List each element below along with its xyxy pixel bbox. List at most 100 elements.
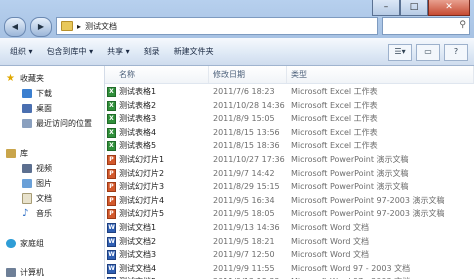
- file-type: Microsoft Excel 工作表: [291, 141, 378, 151]
- back-button[interactable]: ◀: [4, 17, 26, 37]
- file-date: 2011/9/5 18:21: [213, 236, 275, 246]
- sidebar-item-desktop[interactable]: 桌面: [22, 103, 52, 114]
- recent-places-icon: [22, 119, 32, 128]
- minimize-button[interactable]: –: [372, 0, 400, 16]
- excel-file-icon: X: [107, 100, 116, 111]
- column-header-name[interactable]: 名称: [115, 66, 209, 83]
- sidebar-item-videos[interactable]: 视频: [22, 163, 52, 174]
- file-row[interactable]: W测试文档52011/9/13 18:22Microsoft Word 97 -…: [105, 275, 474, 279]
- file-type: Microsoft PowerPoint 演示文稿: [291, 168, 409, 178]
- address-bar[interactable]: ▸ 测试文档: [56, 17, 378, 35]
- file-row[interactable]: W 测试文档4 2011/9/9 11:55 Microsoft Word 97 - …: [105, 262, 474, 275]
- folder-icon: [61, 21, 73, 31]
- computer-icon: [6, 268, 16, 277]
- file-name: 测试幻灯片3: [119, 182, 165, 192]
- sidebar-item-label: 下载: [36, 89, 52, 98]
- file-row[interactable]: P 测试幻灯片5 2011/9/5 18:05 Microsoft PowerPoin…: [105, 207, 474, 220]
- file-date: 2011/9/13 14:36: [213, 223, 280, 232]
- file-type: Microsoft PowerPoint 演示文稿: [291, 155, 409, 164]
- sidebar-item-label: 桌面: [36, 104, 52, 113]
- sidebar-item-label: 计算机: [20, 268, 44, 277]
- excel-file-icon: X: [107, 141, 116, 152]
- title-bar: – □ ✕ ◀ ▶ ▸ 测试文档 ⚲: [0, 0, 474, 38]
- close-button[interactable]: ✕: [428, 0, 470, 16]
- file-name: 测试表格2: [119, 100, 157, 110]
- file-row[interactable]: W 测试文档2 2011/9/5 18:21 Microsoft Word 文档: [105, 235, 474, 248]
- sidebar-item-label: 文档: [36, 194, 52, 203]
- file-name: 测试幻灯片5: [119, 209, 165, 219]
- file-name: 测试文档1: [119, 223, 157, 232]
- file-row[interactable]: P 测试幻灯片1 2011/10/27 17:36 Microsoft PowerPo…: [105, 153, 474, 166]
- file-date: 2011/8/9 15:05: [213, 114, 275, 124]
- file-date: 2011/9/5 18:05: [213, 209, 275, 219]
- help-icon[interactable]: ?: [444, 44, 468, 61]
- search-input[interactable]: ⚲: [382, 17, 470, 35]
- file-row[interactable]: P 测试幻灯片4 2011/9/5 16:34 Microsoft PowerPoin…: [105, 194, 474, 207]
- file-type: Microsoft PowerPoint 97-2003 演示文稿: [291, 195, 445, 205]
- file-row[interactable]: X 测试表格5 2011/8/15 18:36 Microsoft Excel 工作表: [105, 139, 474, 152]
- sidebar-item-downloads[interactable]: 下载: [22, 88, 52, 99]
- file-row[interactable]: X 测试表格1 2011/7/6 18:23 Microsoft Excel 工作表: [105, 85, 474, 98]
- include-in-library-button[interactable]: 包含到库中 ▾: [47, 46, 94, 57]
- sidebar-item-pictures[interactable]: 图片: [22, 178, 52, 189]
- music-icon: ♪: [22, 208, 29, 219]
- share-button[interactable]: 共享 ▾: [107, 46, 130, 57]
- file-date: 2011/10/27 17:36: [213, 155, 285, 164]
- view-controls: ☰▾ ▭ ?: [388, 44, 468, 61]
- file-date: 2011/9/9 11:55: [213, 263, 275, 273]
- homegroup-icon: [6, 239, 16, 248]
- ppt-file-icon: P: [107, 155, 116, 165]
- picture-icon: [22, 179, 32, 188]
- sidebar-item-label: 视频: [36, 164, 52, 173]
- file-name: 测试文档5: [119, 275, 156, 279]
- download-icon: [22, 89, 32, 98]
- sidebar-item-computer[interactable]: 计算机: [6, 267, 44, 278]
- file-row[interactable]: X 测试表格4 2011/8/15 13:56 Microsoft Excel 工作表: [105, 126, 474, 139]
- file-type: Microsoft Word 文档: [291, 223, 370, 232]
- sidebar-item-recent[interactable]: 最近访问的位置: [22, 118, 92, 129]
- file-row[interactable]: W 测试文档3 2011/9/7 12:50 Microsoft Word 文档: [105, 248, 474, 261]
- file-row[interactable]: P 测试幻灯片2 2011/9/7 14:42 Microsoft PowerPoin…: [105, 167, 474, 180]
- file-type: Microsoft Excel 工作表: [291, 127, 378, 137]
- preview-pane-icon[interactable]: ▭: [416, 44, 440, 61]
- file-name: 测试表格4: [119, 127, 157, 137]
- organize-button[interactable]: 组织 ▾: [10, 46, 33, 57]
- sidebar-item-music[interactable]: ♪ 音乐: [22, 208, 52, 219]
- file-name: 测试幻灯片4: [119, 195, 165, 205]
- address-row: ◀ ▶ ▸ 测试文档 ⚲: [4, 17, 470, 37]
- sidebar-item-label: 库: [20, 149, 28, 158]
- sidebar-item-label: 音乐: [36, 209, 52, 218]
- file-row[interactable]: P 测试幻灯片3 2011/8/29 15:15 Microsoft PowerPoi…: [105, 180, 474, 193]
- chevron-right-icon: ▸: [77, 21, 82, 31]
- file-row[interactable]: W 测试文档1 2011/9/13 14:36 Microsoft Word 文档: [105, 221, 474, 234]
- star-icon: ★: [6, 73, 15, 84]
- sidebar-item-libraries[interactable]: 库: [6, 148, 28, 159]
- column-header-date[interactable]: 修改日期: [209, 66, 287, 83]
- column-header-type[interactable]: 类型: [287, 66, 474, 83]
- file-type: Microsoft Word 97 - 2003 文档: [291, 263, 411, 273]
- file-date: 2011/9/7 12:50: [213, 250, 275, 260]
- sidebar-item-favorites[interactable]: ★ 收藏夹: [6, 73, 44, 84]
- file-name: 测试幻灯片2: [119, 168, 165, 178]
- sidebar-item-documents[interactable]: 文档: [22, 193, 52, 204]
- word-file-icon: W: [107, 250, 116, 261]
- sidebar-item-label: 收藏夹: [20, 74, 44, 83]
- burn-button[interactable]: 刻录: [144, 46, 160, 57]
- sidebar-item-homegroup[interactable]: 家庭组: [6, 238, 44, 249]
- search-icon: ⚲: [459, 20, 466, 30]
- new-folder-button[interactable]: 新建文件夹: [174, 46, 214, 57]
- file-row[interactable]: X 测试表格3 2011/8/9 15:05 Microsoft Excel 工作表: [105, 112, 474, 125]
- command-bar: 组织 ▾ 包含到库中 ▾ 共享 ▾ 刻录 新建文件夹 ☰▾ ▭ ?: [0, 38, 474, 66]
- file-name: 测试文档3: [119, 250, 157, 260]
- library-icon: [6, 149, 16, 158]
- file-type: Microsoft PowerPoint 97-2003 演示文稿: [291, 209, 445, 219]
- maximize-button[interactable]: □: [400, 0, 428, 16]
- address-path: 测试文档: [85, 21, 118, 31]
- view-options-icon[interactable]: ☰▾: [388, 44, 412, 61]
- video-icon: [22, 164, 32, 173]
- file-date: 2011/8/15 13:56: [213, 127, 280, 137]
- file-name: 测试文档2: [119, 236, 157, 246]
- sidebar-item-label: 图片: [36, 179, 52, 188]
- file-row[interactable]: X 测试表格2 2011/10/28 14:36 Microsoft Excel 工作…: [105, 99, 474, 112]
- forward-button[interactable]: ▶: [30, 17, 52, 37]
